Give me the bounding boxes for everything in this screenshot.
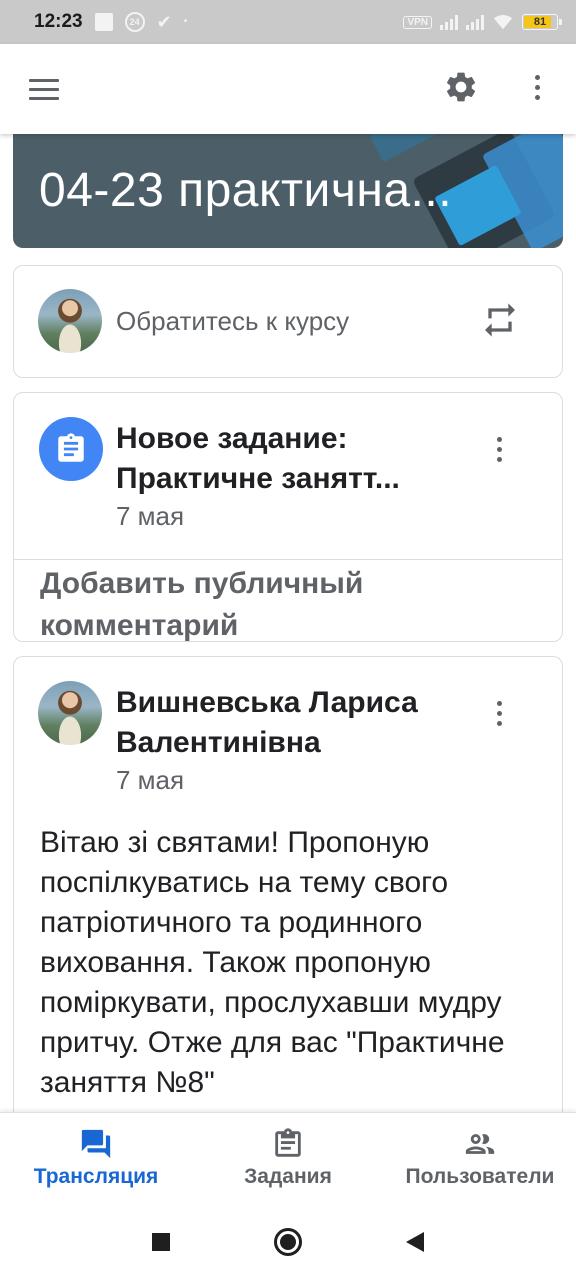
task-more-vert-icon[interactable] [484, 429, 514, 469]
task-date: 7 мая [116, 501, 185, 531]
vpn-icon: VPN [403, 15, 432, 29]
avatar [38, 289, 102, 353]
assignment-icon [270, 1127, 306, 1161]
notification-count-badge: 24 [124, 12, 145, 32]
system-navigation-bar [0, 1204, 576, 1280]
nav-people[interactable]: Пользователи [384, 1113, 576, 1204]
gear-icon[interactable] [438, 64, 484, 110]
recents-button[interactable] [152, 1233, 170, 1251]
divider [14, 559, 562, 560]
more-notifications-dot-icon: • [183, 16, 188, 27]
task-title[interactable]: Новое задание: Практичне занятт... [116, 419, 476, 499]
bottom-navigation: Трансляция Задания Пользователи [0, 1112, 576, 1204]
app-bar [0, 44, 576, 134]
nav-classwork[interactable]: Задания [192, 1113, 384, 1204]
avatar [38, 681, 102, 745]
nav-stream[interactable]: Трансляция [0, 1113, 192, 1204]
announcement-card[interactable]: Вишневська Лариса Валентинівна 7 мая Віт… [13, 656, 563, 1126]
course-share-text: Обратитесь к курсу [116, 306, 350, 336]
repeat-icon[interactable] [480, 300, 520, 340]
assignment-icon [39, 417, 103, 481]
signal-icon-2 [466, 14, 484, 30]
status-notification-icons: 24 ✔ • [94, 12, 188, 32]
people-icon [462, 1127, 498, 1161]
status-time: 12:23 [34, 11, 83, 32]
nav-people-label: Пользователи [405, 1165, 555, 1188]
post-author: Вишневська Лариса Валентинівна [116, 686, 418, 759]
battery-icon: 81 [522, 14, 562, 30]
check-icon: ✔ [156, 12, 172, 32]
home-button[interactable] [274, 1228, 302, 1256]
add-comment-link[interactable]: Добавить публичный комментарий [40, 563, 460, 647]
post-date: 7 мая [116, 765, 185, 795]
post-more-vert-icon[interactable] [484, 693, 514, 733]
status-system-icons: VPN 81 [403, 13, 562, 31]
nav-stream-label: Трансляция [33, 1165, 159, 1188]
forum-icon [78, 1127, 114, 1161]
signal-icon-1 [440, 14, 458, 30]
task-card[interactable]: Новое задание: Практичне занятт... 7 мая… [13, 392, 563, 642]
battery-level: 81 [533, 16, 547, 28]
post-body: Вітаю зі святами! Пропоную поспілкуватис… [40, 826, 505, 1099]
course-title: 04-23 практична... [39, 164, 453, 217]
nav-classwork-label: Задания [244, 1165, 332, 1188]
course-share-card[interactable]: Обратитесь к курсу [13, 265, 563, 378]
music-notification-icon [94, 13, 113, 31]
more-vert-icon[interactable] [514, 64, 560, 110]
status-bar: 12:23 24 ✔ • VPN 81 [0, 0, 576, 44]
wifi-icon [494, 14, 512, 30]
back-button[interactable] [406, 1232, 424, 1252]
menu-icon[interactable] [20, 69, 68, 109]
